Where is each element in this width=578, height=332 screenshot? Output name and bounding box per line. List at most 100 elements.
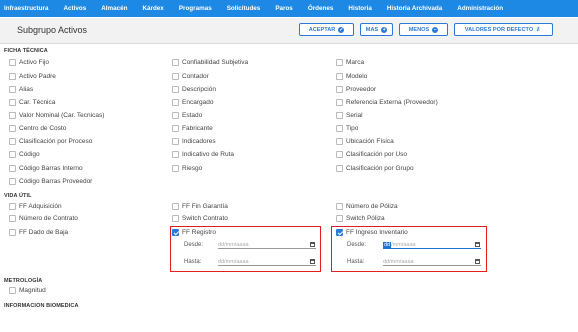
checkbox-contador[interactable]: Contador xyxy=(172,73,209,80)
defaults-button[interactable]: VALORES POR DEFECTO ≢ xyxy=(454,23,553,36)
nav-activos[interactable]: Activos xyxy=(63,5,86,12)
checkbox-serial[interactable]: Serial xyxy=(336,112,363,119)
checkbox-box[interactable] xyxy=(9,229,16,236)
checkbox-box[interactable] xyxy=(9,151,16,158)
checkbox-box[interactable] xyxy=(336,151,343,158)
checkbox-ff-dado-de-baja[interactable]: FF Dado de Baja xyxy=(9,229,68,236)
calendar-icon[interactable] xyxy=(475,242,480,247)
checkbox-estado[interactable]: Estado xyxy=(172,112,202,119)
checkbox-indicadores[interactable]: Indicadores xyxy=(172,138,216,145)
checkbox-label: Contador xyxy=(182,73,209,80)
checkbox-box[interactable] xyxy=(9,86,16,93)
checkbox-indicativo-de-ruta[interactable]: Indicativo de Ruta xyxy=(172,151,234,158)
checkbox-box[interactable] xyxy=(9,165,16,172)
less-button[interactable]: MENOS – xyxy=(399,23,448,36)
ingreso-desde-input[interactable]: dd/mm/aaaa xyxy=(383,241,481,249)
checkbox-switch-contrato[interactable]: Switch Contrato xyxy=(172,215,228,222)
checkbox-box[interactable] xyxy=(336,112,343,119)
checkbox-box[interactable] xyxy=(336,215,343,222)
checkbox-box[interactable] xyxy=(9,138,16,145)
checkbox-clasificacion-por-uso[interactable]: Clasificación por Uso xyxy=(336,151,407,158)
checkbox-label: FF Adquisición xyxy=(19,203,62,210)
checkbox-codigo-barras-proveedor[interactable]: Código Barras Proveedor xyxy=(9,178,92,185)
nav-ordenes[interactable]: Órdenes xyxy=(308,5,334,12)
accept-button[interactable]: ACEPTAR ✓ xyxy=(299,23,354,36)
registro-hasta-input[interactable]: dd/mm/aaaa xyxy=(218,258,316,266)
checkbox-box[interactable] xyxy=(336,59,343,66)
checkbox-box[interactable] xyxy=(9,178,16,185)
ingreso-hasta-input[interactable]: dd/mm/aaaa xyxy=(383,258,481,266)
checkbox-box[interactable] xyxy=(9,215,16,222)
checkbox-numero-de-contrato[interactable]: Número de Contrato xyxy=(9,215,78,222)
nav-almacen[interactable]: Almacén xyxy=(101,5,127,12)
checkbox-riesgo[interactable]: Riesgo xyxy=(172,165,202,172)
checkbox-tipo[interactable]: Tipo xyxy=(336,125,358,132)
nav-historia-archivada[interactable]: Historia Archivada xyxy=(387,5,442,12)
checkbox-car-tecnica[interactable]: Car. Técnica xyxy=(9,99,55,106)
checkbox-box[interactable] xyxy=(172,86,179,93)
checkbox-box[interactable] xyxy=(9,99,16,106)
checkbox-box[interactable] xyxy=(336,73,343,80)
registro-desde-input[interactable]: dd/mm/aaaa xyxy=(218,241,316,249)
section-ficha-tecnica: FICHA TÉCNICA xyxy=(4,48,48,54)
checkbox-alias[interactable]: Alias xyxy=(9,86,33,93)
checkbox-ff-fin-garantia[interactable]: FF Fin Garantía xyxy=(172,203,228,210)
calendar-icon[interactable] xyxy=(310,242,315,247)
checkbox-box[interactable] xyxy=(336,86,343,93)
checkbox-box[interactable] xyxy=(172,215,179,222)
more-button[interactable]: MAS + xyxy=(360,23,393,36)
checkbox-box[interactable] xyxy=(172,59,179,66)
nav-paros[interactable]: Paros xyxy=(275,5,293,12)
checkbox-valor-nominal-car-tecnicas[interactable]: Valor Nominal (Car. Tecnicas) xyxy=(9,112,104,119)
checkbox-codigo[interactable]: Código xyxy=(9,151,40,158)
checkbox-box[interactable] xyxy=(172,125,179,132)
checkbox-box[interactable] xyxy=(9,112,16,119)
checkbox-centro-de-costo[interactable]: Centro de Costo xyxy=(9,125,66,132)
checkbox-clasificacion-por-proceso[interactable]: Clasificación por Proceso xyxy=(9,138,92,145)
checkbox-marca[interactable]: Marca xyxy=(336,59,364,66)
checkbox-activo-fijo[interactable]: Activo Fijo xyxy=(9,59,49,66)
checkbox-box[interactable] xyxy=(172,138,179,145)
calendar-icon[interactable] xyxy=(310,259,315,264)
checkbox-box[interactable] xyxy=(9,203,16,210)
nav-programas[interactable]: Programas xyxy=(179,5,212,12)
checkbox-ubicacion-fisica[interactable]: Ubicación Física xyxy=(336,138,394,145)
checkbox-codigo-barras-interno[interactable]: Código Barras Interno xyxy=(9,165,83,172)
checkbox-box[interactable] xyxy=(336,138,343,145)
nav-administracion[interactable]: Administración xyxy=(457,5,503,12)
calendar-icon[interactable] xyxy=(475,259,480,264)
checkbox-proveedor[interactable]: Proveedor xyxy=(336,86,376,93)
checkbox-box[interactable] xyxy=(172,73,179,80)
checkbox-modelo[interactable]: Modelo xyxy=(336,73,367,80)
checkbox-box[interactable] xyxy=(172,151,179,158)
nav-historia[interactable]: Historia xyxy=(348,5,371,12)
checkbox-box[interactable] xyxy=(172,165,179,172)
checkbox-box[interactable] xyxy=(172,203,179,210)
checkbox-switch-poliza[interactable]: Switch Póliza xyxy=(336,215,385,222)
nav-solicitudes[interactable]: Solicitudes xyxy=(227,5,261,12)
checkbox-encargado[interactable]: Encargado xyxy=(172,99,213,106)
checkbox-box[interactable] xyxy=(9,59,16,66)
checkbox-box[interactable] xyxy=(9,287,16,294)
checkbox-confiabilidad-subjetiva[interactable]: Confiabilidad Subjetiva xyxy=(172,59,248,66)
nav-infraestructura[interactable]: Infraestructura xyxy=(4,5,48,12)
checkbox-magnitud[interactable]: Magnitud xyxy=(9,287,46,294)
checkbox-box[interactable] xyxy=(336,99,343,106)
checkbox-clasificacion-por-grupo[interactable]: Clasificación por Grupo xyxy=(336,165,414,172)
checkbox-box[interactable] xyxy=(336,165,343,172)
checkbox-box[interactable] xyxy=(336,125,343,132)
checkbox-referencia-externa-proveedor[interactable]: Referencia Externa (Proveedor) xyxy=(336,99,438,106)
checkbox-box[interactable] xyxy=(172,99,179,106)
checkbox-box[interactable] xyxy=(9,125,16,132)
checkbox-box[interactable] xyxy=(336,203,343,210)
checkbox-box[interactable] xyxy=(9,73,16,80)
checkbox-descripcion[interactable]: Descripción xyxy=(172,86,216,93)
checkbox-box[interactable] xyxy=(172,112,179,119)
checkbox-numero-de-poliza[interactable]: Número de Póliza xyxy=(336,203,398,210)
checkbox-ff-adquisicion[interactable]: FF Adquisición xyxy=(9,203,62,210)
nav-kardex[interactable]: Kárdex xyxy=(142,5,163,12)
registro-hasta-label: Hasta: xyxy=(184,259,202,265)
checkbox-label: Indicativo de Ruta xyxy=(182,151,235,158)
checkbox-activo-padre[interactable]: Activo Padre xyxy=(9,73,56,80)
checkbox-fabricante[interactable]: Fabricante xyxy=(172,125,213,132)
